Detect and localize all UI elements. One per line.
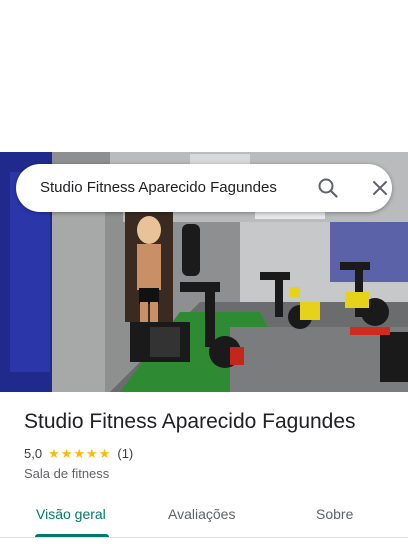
star-icon: ★ [86,445,98,461]
star-icon: ★ [73,445,86,461]
tab-about[interactable]: Sobre [316,506,353,544]
tabs-divider [0,537,408,538]
place-tabs: Visão geral Avaliações Sobre [0,502,408,544]
star-icon: ★ [60,445,73,461]
star-rating: ★ ★ ★ ★ ★ [48,447,111,460]
search-bar[interactable]: Studio Fitness Aparecido Fagundes [16,164,392,212]
place-category[interactable]: Sala de fitness [24,466,109,481]
tab-reviews[interactable]: Avaliações [168,506,235,544]
star-icon: ★ [48,445,60,461]
rating-row[interactable]: 5,0 ★ ★ ★ ★ ★ (1) [24,444,133,462]
star-icon: ★ [98,445,111,461]
place-title: Studio Fitness Aparecido Fagundes [24,410,356,433]
search-icon[interactable] [316,176,340,200]
close-icon[interactable] [368,176,392,200]
search-query-text[interactable]: Studio Fitness Aparecido Fagundes [40,179,277,196]
review-count[interactable]: (1) [117,446,133,461]
place-info-panel: Studio Fitness Aparecido Fagundes 5,0 ★ … [0,392,408,544]
rating-value: 5,0 [24,445,43,461]
tab-overview[interactable]: Visão geral [36,506,106,544]
map-blank-area [0,0,408,152]
